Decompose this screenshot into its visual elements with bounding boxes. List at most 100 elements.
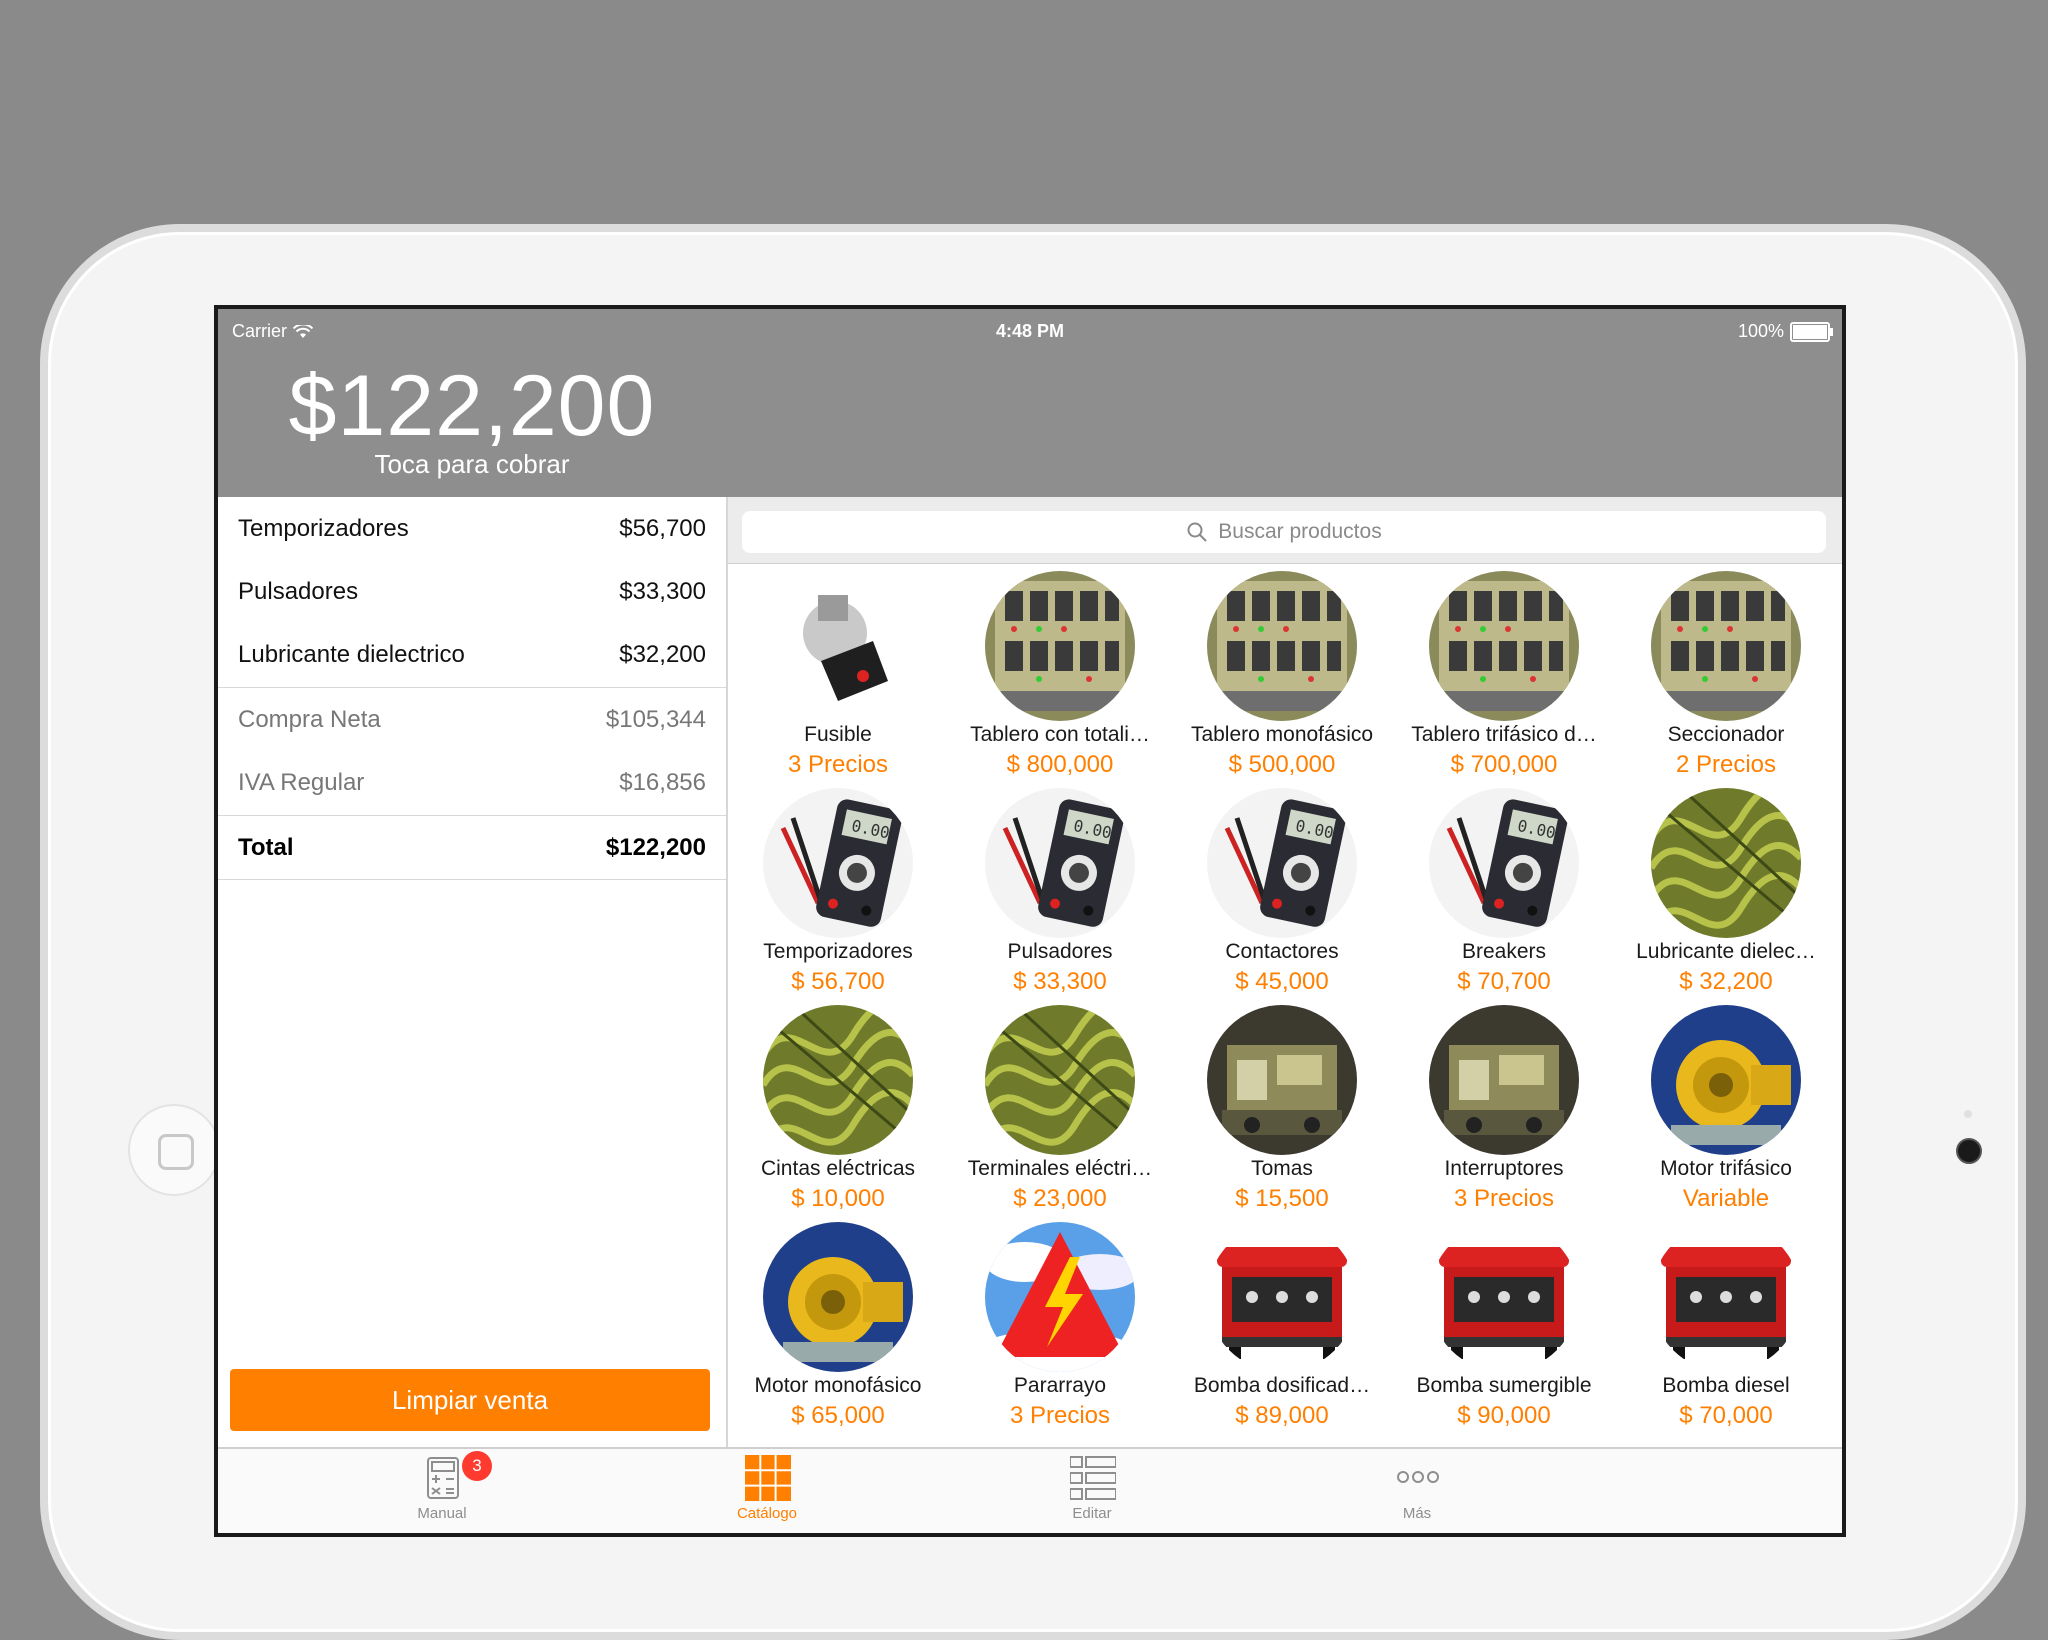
calculator-icon [427,1457,459,1499]
summary-total: Total $122,200 [238,816,706,879]
product-name: Terminales eléctri… [967,1157,1153,1180]
clear-sale-button[interactable]: Limpiar venta [230,1369,710,1431]
product-price: $ 45,000 [1235,968,1329,995]
product-price: $ 90,000 [1457,1402,1551,1429]
cart-item-name: Temporizadores [238,514,409,542]
product-tile[interactable]: Tablero trifásico d… $ 700,000 [1404,565,1604,780]
product-name: Tablero trifásico d… [1411,723,1597,746]
product-tile[interactable]: Bomba diesel $ 70,000 [1626,1216,1826,1431]
cart-item[interactable]: Temporizadores $56,700 [238,497,706,560]
sale-total[interactable]: $122,200 [218,357,726,456]
product-name: Breakers [1461,940,1547,963]
product-name: Fusible [804,723,872,746]
product-image [1429,1005,1579,1155]
product-image [985,1005,1135,1155]
product-price: $ 32,200 [1679,968,1773,995]
product-name: Motor trifásico [1660,1157,1792,1180]
product-tile[interactable]: Bomba sumergible $ 90,000 [1404,1216,1604,1431]
grid-icon [745,1455,791,1501]
product-tile[interactable]: Tablero monofásico $ 500,000 [1182,565,1382,780]
cart-item[interactable]: Lubricante dielectrico $32,200 [238,623,706,686]
product-tile[interactable]: Pararrayo 3 Precios [960,1216,1160,1431]
product-tile[interactable]: 0.00 Contactores $ 45,000 [1182,782,1382,997]
product-image [1651,1222,1801,1372]
product-price: $ 800,000 [1006,751,1114,778]
cart-item-name: Lubricante dielectrico [238,640,465,668]
product-name: Bomba dosificad… [1193,1374,1371,1397]
product-tile[interactable]: Interruptores 3 Precios [1404,999,1604,1214]
product-tile[interactable]: 0.00 Breakers $ 70,700 [1404,782,1604,997]
product-price: $ 89,000 [1235,1402,1329,1429]
summary-label: IVA Regular [238,768,365,796]
product-price: $ 65,000 [791,1402,885,1429]
summary-label: Compra Neta [238,705,381,733]
product-name: Temporizadores [763,940,913,963]
product-price: $ 70,000 [1679,1402,1773,1429]
cart-item-amount: $32,200 [619,640,706,668]
tab-bar: 3 Manual Catálogo Editar Más [218,1447,1842,1533]
product-name: Pararrayo [1013,1374,1107,1397]
tab-label: Editar [1072,1505,1112,1522]
product-image [985,1222,1135,1372]
product-price: 3 Precios [787,751,889,778]
product-tile[interactable]: Lubricante dielec… $ 32,200 [1626,782,1826,997]
summary-amount: $105,344 [605,705,706,733]
product-image [1651,571,1801,721]
product-tile[interactable]: 0.00 Temporizadores $ 56,700 [738,782,938,997]
product-image [1429,571,1579,721]
cart-item-amount: $56,700 [619,514,706,542]
product-name: Motor monofásico [754,1374,922,1397]
manual-badge: 3 [462,1451,492,1481]
product-tile[interactable]: Terminales eléctri… $ 23,000 [960,999,1160,1214]
product-tile[interactable]: Bomba dosificad… $ 89,000 [1182,1216,1382,1431]
header-bar[interactable]: Carrier 4:48 PM 100% $122,200 Toca para … [218,309,1842,497]
product-price: $ 56,700 [791,968,885,995]
product-name: Lubricante dielec… [1636,940,1816,963]
product-name: Tablero monofásico [1190,723,1374,746]
product-name: Bomba diesel [1662,1374,1790,1397]
divider [218,879,726,880]
home-button-icon [158,1134,194,1170]
list-icon [1070,1456,1116,1500]
product-tile[interactable]: Motor trifásico Variable [1626,999,1826,1214]
product-name: Pulsadores [1007,940,1113,963]
product-image: 0.00 [763,788,913,938]
product-tile[interactable]: Seccionador 2 Precios [1626,565,1826,780]
tab-label: Catálogo [736,1505,798,1522]
tab-edit[interactable]: Editar [992,1449,1192,1533]
app-screen: Carrier 4:48 PM 100% $122,200 Toca para … [214,305,1846,1537]
summary-net: Compra Neta $105,344 [238,688,706,751]
status-time: 4:48 PM [995,321,1065,341]
product-tile[interactable]: Tablero con totali… $ 800,000 [960,565,1160,780]
product-tile[interactable]: Cintas eléctricas $ 10,000 [738,999,938,1214]
product-price: 2 Precios [1675,751,1777,778]
search-icon [1187,522,1207,542]
tab-catalog[interactable]: Catálogo [667,1449,867,1533]
product-price: $ 33,300 [1013,968,1107,995]
product-image [763,1005,913,1155]
search-bar: Buscar productos [728,497,1842,564]
product-price: $ 23,000 [1013,1185,1107,1212]
charge-hint[interactable]: Toca para cobrar [218,449,726,480]
product-image [1429,1222,1579,1372]
total-amount: $122,200 [605,833,706,861]
product-image [763,1222,913,1372]
product-name: Seccionador [1667,723,1785,746]
product-image: 0.00 [985,788,1135,938]
cart-item[interactable]: Pulsadores $33,300 [238,560,706,623]
product-name: Contactores [1225,940,1339,963]
home-button[interactable] [128,1104,220,1196]
camera-icon [1956,1138,1982,1164]
more-icon [1397,1471,1439,1483]
product-name: Tomas [1251,1157,1313,1180]
tab-label: Más [1402,1505,1432,1522]
search-input[interactable]: Buscar productos [742,511,1826,553]
product-name: Tablero con totali… [970,723,1150,746]
product-price: $ 70,700 [1457,968,1551,995]
tab-more[interactable]: Más [1317,1449,1517,1533]
product-tile[interactable]: 0.00 Pulsadores $ 33,300 [960,782,1160,997]
product-tile[interactable]: Motor monofásico $ 65,000 [738,1216,938,1431]
tab-manual[interactable]: 3 Manual [342,1449,542,1533]
product-tile[interactable]: Tomas $ 15,500 [1182,999,1382,1214]
product-tile[interactable]: Fusible 3 Precios [738,565,938,780]
